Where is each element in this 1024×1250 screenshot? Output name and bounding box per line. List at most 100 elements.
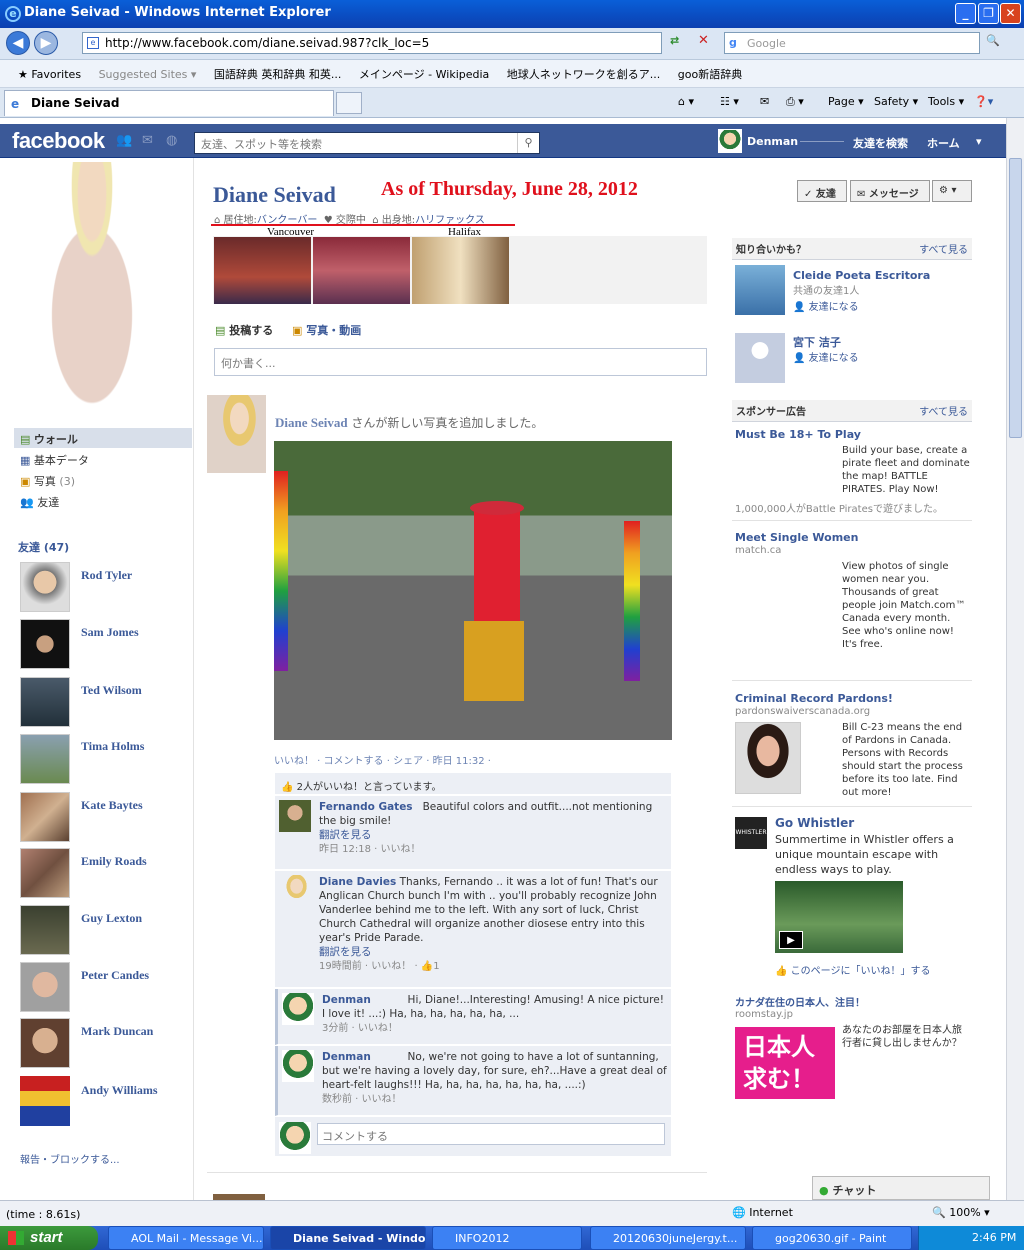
pymk-name-1[interactable]: Cleide Poeta Escritora <box>793 269 930 282</box>
strip-photo-2[interactable] <box>313 237 410 304</box>
roomstay-banner[interactable]: 日本人求む！ <box>735 1027 835 1099</box>
composer-tab-post[interactable]: ▤ 投稿する <box>215 322 273 338</box>
nav-photos[interactable]: ▣ 写真 (3) <box>20 473 75 489</box>
close-button[interactable]: ✕ <box>1000 3 1021 24</box>
home-icon[interactable]: ⌂ ▾ <box>678 95 694 108</box>
fb-search-input[interactable]: 友達、スポット等を検索 ⚲ <box>194 132 540 154</box>
feeds-icon[interactable]: ☷ ▾ <box>720 95 739 108</box>
comment-1-avatar[interactable] <box>279 800 311 832</box>
task-info2012[interactable]: INFO2012 <box>432 1226 582 1250</box>
strip-photo-1[interactable] <box>214 237 311 304</box>
friend-name-7[interactable]: Guy Lexton <box>81 911 142 926</box>
address-input[interactable]: e http://www.facebook.com/diane.seivad.98… <box>82 32 662 54</box>
comment-3-avatar[interactable] <box>282 993 314 1025</box>
comment-2-author[interactable]: Diane Davies <box>319 876 396 888</box>
friend-photo-10[interactable] <box>20 1076 70 1126</box>
comment-1-author[interactable]: Fernando Gates <box>319 801 413 813</box>
settings-gear-button[interactable]: ⚙ ▾ <box>932 180 972 202</box>
whistler-video[interactable]: ▶ <box>775 881 903 953</box>
ads-see-all[interactable]: すべて見る <box>919 403 968 418</box>
profile-picture[interactable] <box>22 162 162 426</box>
friend-name-1[interactable]: Rod Tyler <box>81 568 132 583</box>
notifications-icon[interactable]: ◍ <box>166 133 177 148</box>
forward-button[interactable]: ▶ <box>34 31 58 55</box>
report-block-link[interactable]: 報告・ブロックする... <box>20 1151 120 1166</box>
stop-icon[interactable]: ✕ <box>698 33 709 48</box>
nav-wall[interactable]: ▤ ウォール <box>20 431 78 447</box>
friend-name-3[interactable]: Ted Wilsom <box>81 683 142 698</box>
fav-wikipedia[interactable]: メインページ - Wikipedia <box>359 66 489 82</box>
friend-name-6[interactable]: Emily Roads <box>81 854 147 869</box>
help-icon[interactable]: ❓▾ <box>974 95 993 108</box>
friend-name-4[interactable]: Tima Holms <box>81 739 144 754</box>
minimize-button[interactable]: _ <box>955 3 976 24</box>
task-aol-mail[interactable]: AOL Mail - Message Vi... <box>108 1226 264 1250</box>
comment-2-avatar[interactable] <box>279 875 311 907</box>
composer-input[interactable]: 何か書く... <box>214 348 707 376</box>
home-link[interactable]: ホーム <box>927 135 960 151</box>
nav-friends[interactable]: 👥 友達 <box>20 494 59 510</box>
vertical-scrollbar[interactable] <box>1006 118 1024 1200</box>
task-paint[interactable]: gog20630.gif - Paint <box>752 1226 912 1250</box>
print-icon[interactable]: ⎙ ▾ <box>786 95 804 109</box>
scroll-thumb[interactable] <box>1009 158 1022 438</box>
chat-bar[interactable]: ● チャット <box>812 1176 990 1200</box>
comment-3-author[interactable]: Denman <box>322 994 371 1006</box>
page-menu[interactable]: Page ▾ <box>828 95 864 108</box>
fav-suggested-sites[interactable]: Suggested Sites ▾ <box>99 68 197 81</box>
post-likes[interactable]: 👍 2人がいいね！と言っています。 <box>275 773 671 795</box>
task-diane-seivad[interactable]: Diane Seivad - Windo... <box>270 1226 426 1250</box>
pymk-name-2[interactable]: 宮下 洁子 <box>793 336 841 349</box>
tab-diane-seivad[interactable]: e Diane Seivad <box>4 90 334 116</box>
comment-2-translate[interactable]: 翻訳を見る <box>319 946 372 958</box>
search-icon[interactable]: 🔍 <box>986 34 1000 47</box>
play-icon[interactable]: ▶ <box>779 931 803 949</box>
friend-requests-icon[interactable]: 👥 <box>116 133 132 148</box>
friend-status-button[interactable]: ✓ 友達 <box>797 180 847 202</box>
friend-name-9[interactable]: Mark Duncan <box>81 1024 153 1039</box>
friend-photo-7[interactable] <box>20 905 70 955</box>
fav-goo-new-words[interactable]: goo新語辞典 <box>678 66 742 82</box>
fav-goo-dictionary[interactable]: 国語辞典 英和辞典 和英... <box>214 66 341 82</box>
maximize-button[interactable]: ❐ <box>978 3 999 24</box>
friend-photo-6[interactable] <box>20 848 70 898</box>
message-button[interactable]: ✉ メッセージ <box>850 180 930 202</box>
user-name-link[interactable]: Denman <box>747 135 798 148</box>
friends-header[interactable]: 友達 (47) <box>18 539 69 555</box>
post-author-photo[interactable] <box>207 395 266 473</box>
refresh-icon[interactable]: ⇄ <box>670 34 679 47</box>
messages-icon[interactable]: ✉ <box>142 133 153 148</box>
friend-photo-8[interactable] <box>20 962 70 1012</box>
pymk-add-friend-2[interactable]: 👤 友達になる <box>793 353 859 364</box>
friend-photo-3[interactable] <box>20 677 70 727</box>
strip-photo-3[interactable] <box>412 237 509 304</box>
friend-photo-5[interactable] <box>20 792 70 842</box>
friend-name-5[interactable]: Kate Baytes <box>81 798 143 813</box>
new-tab-button[interactable] <box>336 92 362 114</box>
friend-name-2[interactable]: Sam Jomes <box>81 625 139 640</box>
whistler-title[interactable]: Go Whistler <box>775 816 854 830</box>
zoom-level[interactable]: 🔍 100% ▾ <box>932 1206 990 1219</box>
whistler-like-link[interactable]: 👍 このページに「いいね！」する <box>775 962 930 977</box>
mail-icon[interactable]: ✉ <box>760 95 769 108</box>
find-friends-link[interactable]: 友達を検索 <box>853 135 908 151</box>
whistler-logo[interactable]: WHISTLER <box>735 817 767 849</box>
comment-1-translate[interactable]: 翻訳を見る <box>319 829 372 841</box>
fb-search-icon[interactable]: ⚲ <box>517 133 539 153</box>
ad-3-image[interactable] <box>735 722 801 794</box>
ad-1-title[interactable]: Must Be 18+ To Play <box>735 428 861 441</box>
task-text-file[interactable]: 20120630juneJergy.t... <box>590 1226 746 1250</box>
roomstay-title[interactable]: カナダ在住の日本人、注目！ <box>735 994 865 1009</box>
comment-input[interactable]: コメントする <box>317 1123 665 1145</box>
post-photo[interactable] <box>274 441 672 740</box>
ad-3-title[interactable]: Criminal Record Pardons! <box>735 692 893 705</box>
pymk-see-all[interactable]: すべて見る <box>919 241 968 256</box>
pymk-photo-2[interactable] <box>735 333 785 383</box>
search-input[interactable]: g Google <box>724 32 980 54</box>
ad-2-title[interactable]: Meet Single Women <box>735 531 858 544</box>
favorites-button[interactable]: ★ Favorites <box>18 68 81 81</box>
composer-tab-photo[interactable]: ▣ 写真・動画 <box>292 322 361 338</box>
post-meta[interactable]: いいね！ · コメントする · シェア · 昨日 11:32 · <box>274 752 491 767</box>
post-author-link[interactable]: Diane Seivad <box>275 415 348 430</box>
facebook-logo[interactable]: facebook <box>12 128 105 154</box>
